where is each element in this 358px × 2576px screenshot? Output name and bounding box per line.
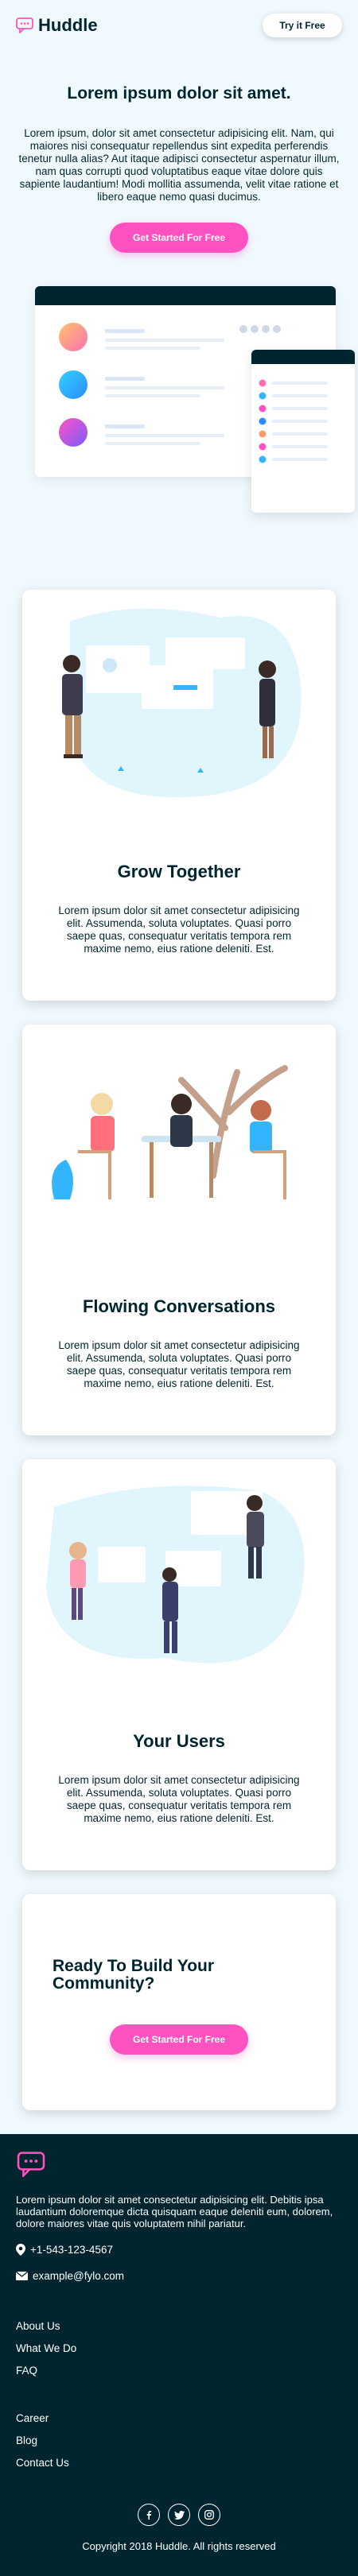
get-started-button[interactable]: Get Started For Free bbox=[110, 223, 248, 253]
email-address[interactable]: example@fylo.com bbox=[33, 2270, 124, 2282]
get-started-button[interactable]: Get Started For Free bbox=[110, 2024, 248, 2055]
feature-body: Lorem ipsum dolor sit amet consectetur a… bbox=[58, 1339, 300, 1389]
footer-intro: Lorem ipsum dolor sit amet consectetur a… bbox=[16, 2194, 333, 2229]
footer-links-secondary: Career Blog Contact Us bbox=[16, 2412, 342, 2469]
footer-link-faq[interactable]: FAQ bbox=[16, 2365, 342, 2377]
site-footer: Lorem ipsum dolor sit amet consectetur a… bbox=[0, 2134, 358, 2576]
brand-logo[interactable]: Huddle bbox=[16, 15, 98, 36]
footer-email: example@fylo.com bbox=[16, 2270, 342, 2282]
footer-links-primary: About Us What We Do FAQ bbox=[16, 2320, 342, 2377]
feature-title: Your Users bbox=[133, 1731, 225, 1751]
ready-card: Ready To Build Your Community? Get Start… bbox=[22, 1894, 336, 2110]
footer-link-contact-us[interactable]: Contact Us bbox=[16, 2457, 342, 2469]
brand-name: Huddle bbox=[38, 15, 98, 35]
footer-link-blog[interactable]: Blog bbox=[16, 2435, 342, 2446]
feature-body: Lorem ipsum dolor sit amet consectetur a… bbox=[58, 905, 300, 955]
instagram-icon[interactable] bbox=[198, 2504, 220, 2526]
phone-number: +1-543-123-4567 bbox=[30, 2244, 113, 2256]
hero-title: Lorem ipsum dolor sit amet. bbox=[67, 84, 291, 103]
feature-card: Your Users Lorem ipsum dolor sit amet co… bbox=[22, 1459, 336, 1870]
chat-bubble-icon bbox=[16, 17, 33, 33]
feature-title: Grow Together bbox=[117, 862, 241, 881]
site-header: Huddle Try it Free bbox=[0, 0, 358, 51]
ready-title: Ready To Build Your Community? bbox=[53, 1957, 215, 1993]
hero-body: Lorem ipsum, dolor sit amet consectetur … bbox=[18, 127, 340, 203]
grow-together-illustration bbox=[22, 590, 336, 836]
features-section: Grow Together Lorem ipsum dolor sit amet… bbox=[0, 540, 358, 2110]
copyright-text: Copyright 2018 Huddle. All rights reserv… bbox=[82, 2540, 276, 2552]
footer-link-what-we-do[interactable]: What We Do bbox=[16, 2342, 342, 2354]
feature-card: Grow Together Lorem ipsum dolor sit amet… bbox=[22, 590, 336, 1001]
try-it-free-button[interactable]: Try it Free bbox=[263, 14, 342, 37]
app-mockup-illustration bbox=[16, 286, 355, 540]
feature-title: Flowing Conversations bbox=[82, 1296, 276, 1316]
location-pin-icon bbox=[16, 2244, 25, 2256]
mail-icon bbox=[16, 2272, 28, 2280]
twitter-icon[interactable] bbox=[168, 2504, 190, 2526]
footer-link-about-us[interactable]: About Us bbox=[16, 2320, 342, 2332]
feature-body: Lorem ipsum dolor sit amet consectetur a… bbox=[58, 1774, 300, 1824]
chat-bubble-icon bbox=[17, 2152, 45, 2179]
mobile-mockup bbox=[251, 350, 355, 513]
footer-phone: +1-543-123-4567 bbox=[16, 2244, 342, 2256]
facebook-icon[interactable] bbox=[138, 2504, 160, 2526]
social-links bbox=[16, 2504, 342, 2526]
footer-link-career[interactable]: Career bbox=[16, 2412, 342, 2424]
feature-card: Flowing Conversations Lorem ipsum dolor … bbox=[22, 1025, 336, 1435]
flowing-conversations-illustration bbox=[22, 1025, 336, 1271]
your-users-illustration bbox=[22, 1459, 336, 1706]
hero-section: Lorem ipsum dolor sit amet. Lorem ipsum,… bbox=[0, 51, 358, 540]
